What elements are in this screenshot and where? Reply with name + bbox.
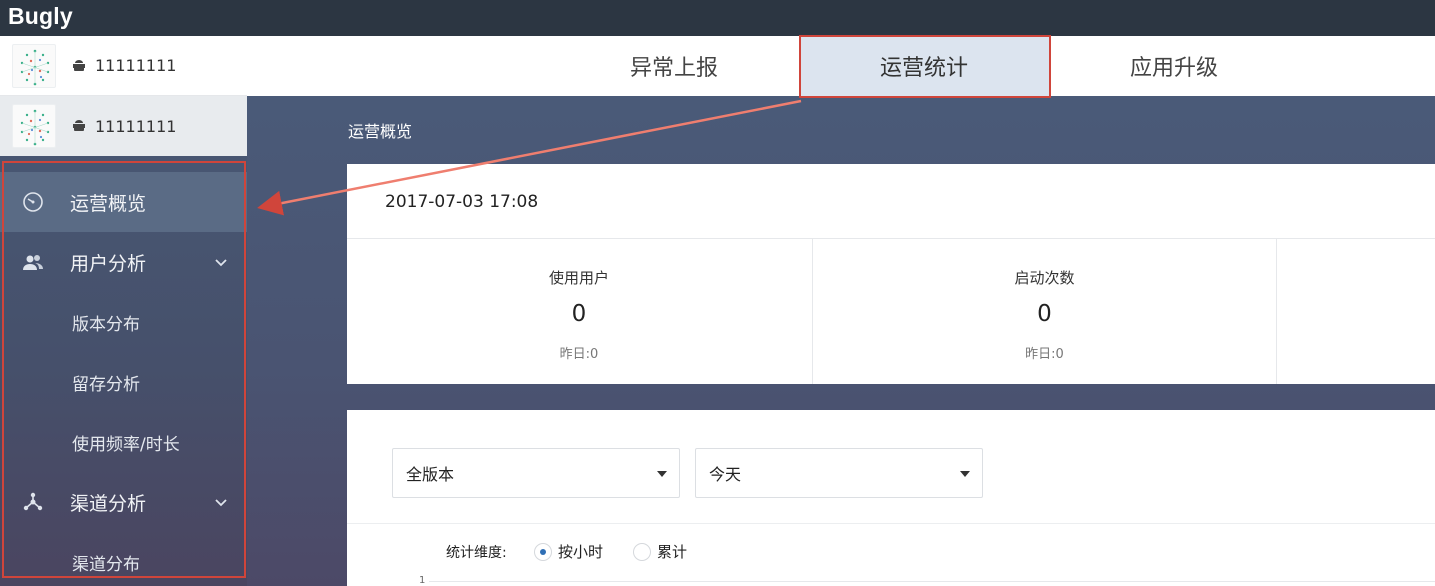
brand-logo[interactable]: Bugly — [8, 3, 73, 30]
sidebar-item-label: 留存分析 — [72, 374, 140, 395]
main-content: 运营概览 2017-07-03 17:08 使用用户 0 昨日:0 启动次数 0… — [247, 96, 1435, 586]
sidebar-item-overview[interactable]: 运营概览 — [0, 172, 247, 232]
tab-exception-report[interactable]: 异常上报 — [549, 36, 799, 96]
radio-label: 累计 — [657, 543, 688, 561]
sidebar-item-channel-distribution[interactable]: 渠道分布 — [0, 532, 247, 586]
radio-by-hour[interactable]: 按小时 — [534, 541, 603, 562]
chevron-down-icon — [213, 494, 229, 510]
radio-label: 按小时 — [558, 543, 604, 561]
metric-value: 0 — [1037, 301, 1052, 327]
sidebar: 11111111 11111111 运营概览 用户分析 版本分布 留存分析 使用… — [0, 36, 247, 586]
sidebar-item-user-analysis[interactable]: 用户分析 — [0, 232, 247, 292]
divider — [347, 523, 1435, 524]
sidebar-item-retention[interactable]: 留存分析 — [0, 352, 247, 412]
chart-gridline — [429, 581, 1435, 582]
radio-circle[interactable] — [633, 542, 651, 561]
page-title: 运营概览 — [348, 122, 413, 141]
sidebar-item-channel-analysis[interactable]: 渠道分析 — [0, 472, 247, 532]
channel-icon — [22, 491, 44, 513]
caret-down-icon — [657, 471, 667, 477]
metric-launches: 启动次数 0 昨日:0 — [812, 239, 1276, 384]
radio-dot — [540, 548, 546, 555]
radio-circle[interactable] — [534, 542, 552, 561]
sidebar-item-version-distribution[interactable]: 版本分布 — [0, 292, 247, 352]
app-logo — [12, 104, 56, 148]
version-select-value: 全版本 — [406, 465, 455, 484]
top-bar: Bugly — [0, 0, 1435, 36]
app-row[interactable]: 11111111 — [0, 36, 247, 96]
metric-value: 0 — [571, 301, 587, 327]
metric-previous: 昨日:0 — [1025, 347, 1064, 362]
timestamp: 2017-07-03 17:08 — [385, 192, 539, 212]
app-logo — [12, 43, 56, 88]
caret-down-icon — [960, 471, 970, 477]
sidebar-item-label: 运营概览 — [70, 192, 147, 215]
metric-empty — [1276, 239, 1435, 384]
chart-axis-tick: 1 — [419, 575, 426, 586]
sidebar-item-label: 使用频率/时长 — [72, 434, 180, 455]
sidebar-item-label: 用户分析 — [70, 252, 147, 275]
period-select-value: 今天 — [709, 465, 742, 484]
android-icon — [72, 59, 86, 73]
sidebar-item-label: 渠道分析 — [70, 492, 147, 515]
metric-previous: 昨日:0 — [559, 347, 599, 362]
tab-app-upgrade[interactable]: 应用升级 — [1049, 36, 1299, 96]
tab-operation-stats[interactable]: 运营统计 — [799, 36, 1049, 96]
app-row[interactable]: 11111111 — [0, 96, 247, 156]
top-tabs: 异常上报 运营统计 应用升级 — [247, 36, 1435, 96]
period-select[interactable]: 今天 — [695, 448, 983, 498]
users-icon — [22, 251, 44, 273]
sidebar-item-label: 渠道分布 — [72, 554, 140, 575]
version-select[interactable]: 全版本 — [392, 448, 680, 498]
chart-card: 全版本 今天 统计维度: 按小时 累计 1 — [347, 410, 1435, 586]
chevron-down-icon — [213, 254, 229, 270]
sidebar-item-usage-frequency[interactable]: 使用频率/时长 — [0, 412, 247, 472]
metric-label: 使用用户 — [548, 269, 609, 287]
app-name: 11111111 — [95, 56, 177, 75]
dimension-label: 统计维度: — [446, 545, 507, 561]
metric-label: 启动次数 — [1014, 269, 1075, 287]
dashboard-icon — [22, 191, 44, 213]
radio-cumulative[interactable]: 累计 — [633, 541, 687, 562]
android-icon — [72, 119, 86, 133]
metric-active-users: 使用用户 0 昨日:0 — [347, 239, 811, 384]
sidebar-item-label: 版本分布 — [72, 314, 140, 335]
app-name: 11111111 — [95, 116, 177, 136]
overview-card: 2017-07-03 17:08 使用用户 0 昨日:0 启动次数 0 昨日:0 — [347, 164, 1435, 384]
